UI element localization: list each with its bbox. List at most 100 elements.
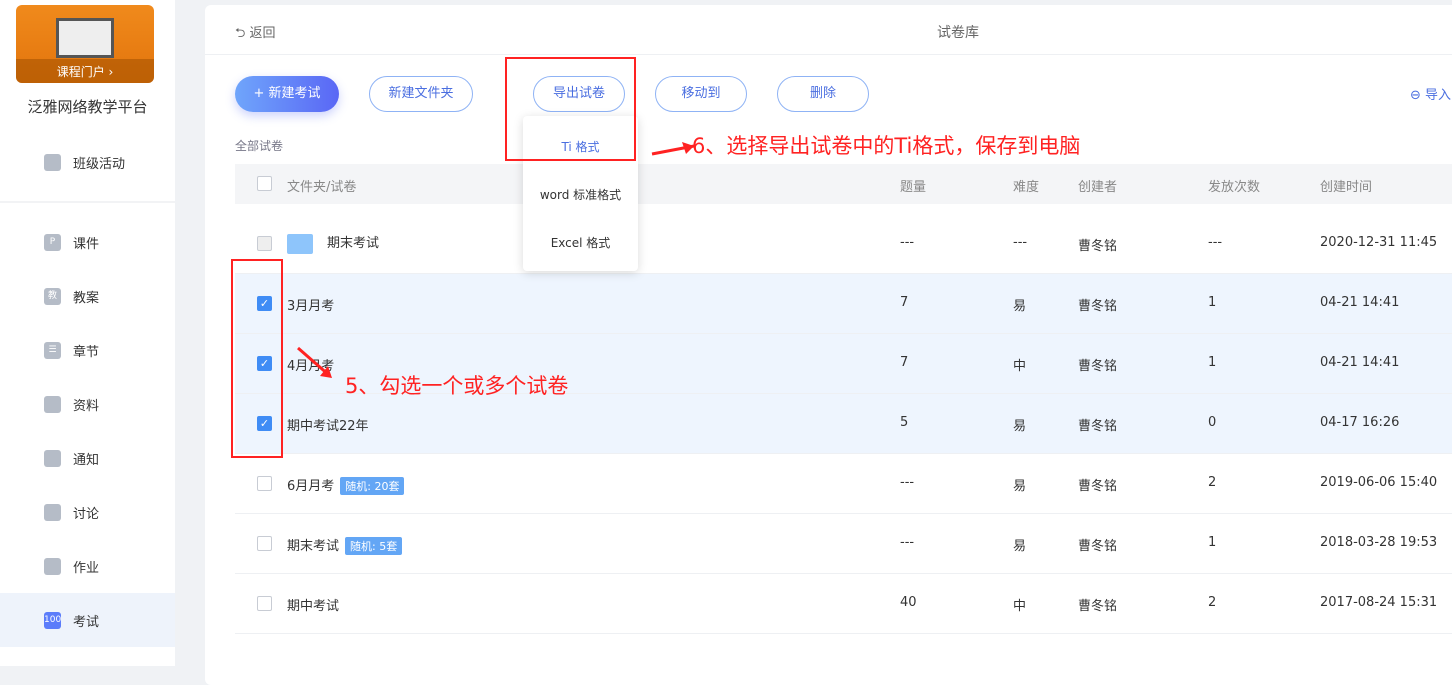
creator-cell: 曹冬铭 [1078,359,1118,374]
sidebar-item[interactable]: ☰ 章节 [0,323,175,377]
name[interactable]: 期末考试 [327,236,379,251]
sidebar-item[interactable]: 讨论 [0,485,175,539]
created-cell: 2017-08-24 15:31 [1320,595,1438,610]
name-cell[interactable]: 期末考试 随机: 5套 [287,535,403,555]
label: 课件 [73,236,100,252]
row-checkbox[interactable] [257,236,272,251]
count-cell: --- [900,535,915,550]
created-cell: 2018-03-28 19:53 [1320,535,1438,550]
name[interactable]: 期中考试22年 [287,419,369,434]
new-exam-button[interactable]: + 新建考试 [235,76,339,112]
random-badge: 随机: 5套 [345,537,403,555]
creator-cell: 曹冬铭 [1078,479,1118,494]
count-cell: 40 [900,595,917,610]
creator-cell: 曹冬铭 [1078,239,1118,254]
count-cell: 7 [900,295,909,310]
sidebar-item[interactable]: P 课件 [0,215,175,269]
annotation-step6: 6、选择导出试卷中的Ti格式，保存到电脑 [692,134,1081,158]
table-row[interactable]: ✓ 期中考试22年 5 易 曹冬铭 0 04-17 16:26 [235,394,1452,454]
col-name: 文件夹/试卷 [287,180,357,195]
times-cell: 2 [1208,475,1217,490]
difficulty-cell: 易 [1013,419,1027,434]
times-cell: 1 [1208,535,1217,550]
nav-icon [44,557,61,575]
nav-icon [44,449,61,467]
new-folder-button[interactable]: 新建文件夹 [369,76,473,112]
label: 通知 [73,452,100,468]
name[interactable]: 期中考试 [287,599,339,614]
sidebar-item-class-activity[interactable]: 班级活动 [0,135,175,189]
count-cell: --- [900,475,915,490]
header: ⮌ 返回 试卷库 [205,5,1452,55]
row-checkbox[interactable] [257,596,272,611]
label: 作业 [73,560,100,576]
sidebar-item[interactable]: 资料 [0,377,175,431]
label: 资料 [73,398,100,414]
name[interactable]: 期末考试 [287,539,339,554]
col-created: 创建时间 [1320,180,1373,195]
name[interactable]: 3月月考 [287,299,334,314]
nav-icon [44,395,61,413]
name-cell[interactable]: 期末考试 [287,232,379,254]
table-header: 文件夹/试卷 题量 难度 创建者 发放次数 创建时间 [235,164,1452,204]
label: 章节 [73,344,100,360]
nav-icon: 100 [44,611,61,629]
difficulty-cell: 中 [1013,359,1027,374]
table-row[interactable]: ✓ 3月月考 7 易 曹冬铭 1 04-21 14:41 [235,274,1452,334]
import-button[interactable]: ⊖ 导入 [1410,84,1451,103]
count-cell: --- [900,235,915,250]
created-cell: 2019-06-06 15:40 [1320,475,1438,490]
row-checkbox[interactable] [257,476,272,491]
sidebar-item[interactable]: 通知 [0,431,175,485]
name[interactable]: 6月月考 [287,479,334,494]
creator-cell: 曹冬铭 [1078,419,1118,434]
difficulty-cell: 中 [1013,599,1027,614]
table-row[interactable]: 期末考试 随机: 5套 --- 易 曹冬铭 1 2018-03-28 19:53 [235,514,1452,574]
col-creator: 创建者 [1078,180,1118,195]
highlight-box-export [505,57,636,161]
delete-button[interactable]: 删除 [777,76,869,112]
divider [0,201,175,203]
name-cell[interactable]: 期中考试22年 [287,415,369,434]
table-row[interactable]: 6月月考 随机: 20套 --- 易 曹冬铭 2 2019-06-06 15:40 [235,454,1452,514]
annotation-step5: 5、勾选一个或多个试卷 [345,374,569,398]
sidebar: 课程门户 › 泛雅网络教学平台 班级活动 P 课件教教案 ☰ 章节 资料 通知 讨论 作业 10… [0,0,175,666]
label: 班级活动 [73,156,126,172]
grid-icon [44,153,61,171]
table-row[interactable]: 期中考试 40 中 曹冬铭 2 2017-08-24 15:31 [235,574,1452,634]
name-cell[interactable]: 期中考试 [287,595,339,614]
sidebar-item[interactable]: 作业 [0,539,175,593]
export-excel-option[interactable]: Excel 格式 [523,234,638,251]
count-cell: 7 [900,355,909,370]
row-checkbox[interactable] [257,536,272,551]
main-panel: ⮌ 返回 试卷库 + 新建考试 新建文件夹 导出试卷 移动到 删除 ⊖ 导入 全… [205,5,1452,685]
course-portal-banner[interactable]: 课程门户 › [16,5,154,83]
difficulty-cell: 易 [1013,479,1027,494]
label: 讨论 [73,506,100,522]
times-cell: 0 [1208,415,1217,430]
difficulty-cell: 易 [1013,299,1027,314]
monitor-icon [56,18,114,58]
label: 考试 [73,614,100,630]
created-cell: 04-21 14:41 [1320,355,1400,370]
course-portal-link[interactable]: 课程门户 › [16,59,154,83]
sidebar-item[interactable]: 教教案 [0,269,175,323]
difficulty-cell: 易 [1013,539,1027,554]
back-button[interactable]: ⮌ 返回 [235,22,276,46]
move-to-button[interactable]: 移动到 [655,76,747,112]
export-word-option[interactable]: word 标准格式 [523,186,638,203]
arrow-icon [651,142,695,156]
select-all-checkbox[interactable] [257,176,272,191]
page-title: 试卷库 [937,25,979,41]
count-cell: 5 [900,415,909,430]
highlight-box-checkboxes [231,259,283,458]
random-badge: 随机: 20套 [340,477,405,495]
col-difficulty: 难度 [1013,180,1040,195]
table-row[interactable]: 期末考试 --- --- 曹冬铭 --- 2020-12-31 11:45 [235,214,1452,274]
times-cell: 1 [1208,355,1217,370]
name-cell[interactable]: 3月月考 [287,295,334,314]
name-cell[interactable]: 6月月考 随机: 20套 [287,475,405,495]
times-cell: 2 [1208,595,1217,610]
sidebar-item[interactable]: 100 考试 [0,593,175,647]
created-cell: 04-21 14:41 [1320,295,1400,310]
